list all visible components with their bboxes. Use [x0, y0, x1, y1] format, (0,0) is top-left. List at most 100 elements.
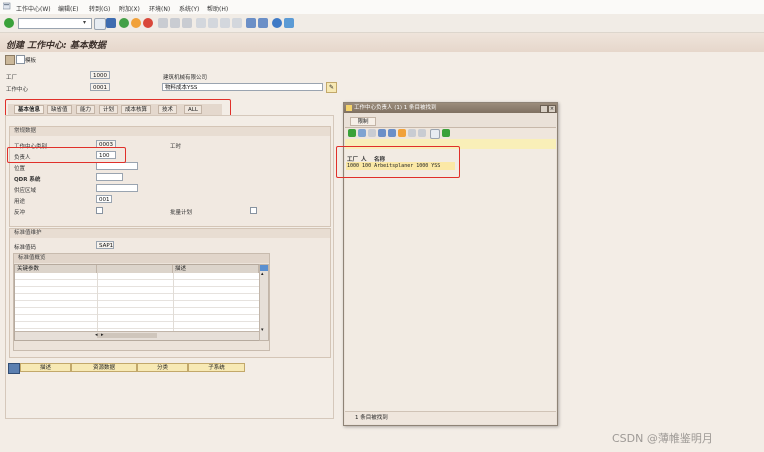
next-page-icon[interactable] [220, 18, 230, 28]
menu-help[interactable]: 帮助(H) [207, 4, 228, 13]
details-icon[interactable] [8, 363, 20, 374]
table-row[interactable] [15, 294, 259, 301]
tool-label: 工时 [170, 144, 182, 150]
standard-values-table: 关键参数 描述 ◂ ▸ [14, 264, 260, 341]
workcenter-field[interactable]: 0001 [90, 83, 110, 91]
help-icon[interactable] [272, 18, 282, 28]
horizontal-scrollbar[interactable]: ◂ ▸ [15, 331, 259, 340]
general-data-title: 常规数据 [10, 127, 330, 136]
table-row[interactable] [15, 308, 259, 315]
first-page-icon[interactable] [196, 18, 206, 28]
tab-restrictions[interactable]: 限制 [350, 117, 376, 126]
workcenter-label: 工作中心 [6, 87, 29, 93]
minimize-icon[interactable] [540, 105, 548, 113]
new-session-icon[interactable] [246, 18, 256, 28]
advanced-planning-label: 批量计划 [170, 210, 193, 216]
menu-workcenter[interactable]: 工作中心(W) [16, 4, 51, 13]
scroll-down-icon[interactable]: ▾ [261, 327, 264, 333]
qdr-system-field[interactable] [96, 173, 123, 181]
table-row[interactable] [15, 280, 259, 287]
find-icon[interactable] [378, 129, 386, 137]
backflush-label: 反冲 [14, 210, 26, 216]
table-row[interactable] [15, 273, 259, 280]
table-row[interactable] [15, 315, 259, 322]
location-field[interactable] [96, 162, 138, 170]
qdr-system-label: QDR 系统 [14, 177, 41, 183]
sort-icon[interactable] [388, 129, 396, 137]
page-title: 创建 工作中心: 基本数据 [6, 41, 106, 51]
layout-menu-icon[interactable] [284, 18, 294, 28]
save-icon[interactable] [106, 18, 116, 28]
scroll-left-icon[interactable]: ◂ [95, 332, 98, 338]
print-icon[interactable] [408, 129, 416, 137]
plant-field[interactable]: 1000 [90, 71, 110, 79]
vertical-scrollbar[interactable]: ▴ ▾ [259, 264, 269, 341]
back-icon[interactable] [119, 18, 129, 28]
workcenter-description-field[interactable]: 物料成本YSS [162, 83, 323, 91]
menu-edit[interactable]: 编辑(E) [58, 4, 78, 13]
plant-description: 建筑机械有限公司 [163, 75, 208, 81]
restrict-icon[interactable] [358, 129, 366, 137]
print-icon[interactable] [158, 18, 168, 28]
add-icon[interactable] [442, 129, 450, 137]
standard-overview-box: 标准值概览 关键参数 描述 ◂ ▸ ▴ ▾ [13, 253, 270, 351]
col-header-blank [97, 265, 173, 273]
col-divider [97, 273, 98, 331]
more-icon[interactable] [430, 129, 440, 139]
prev-page-icon[interactable] [208, 18, 218, 28]
results-list: 工厂 人 名称 1000 100 Arbeitsplaner 1000 YSS [345, 149, 556, 411]
standard-key-label: 标准值码 [14, 245, 37, 251]
template-button-label[interactable]: 模板 [25, 56, 36, 64]
scroll-right-icon[interactable]: ▸ [101, 332, 104, 338]
menu-goto[interactable]: 转到(G) [89, 4, 110, 13]
command-field[interactable] [18, 18, 92, 29]
highlight-result [336, 146, 460, 178]
shortcut-icon[interactable] [258, 18, 268, 28]
long-text-icon[interactable]: ✎ [326, 82, 337, 93]
dialog-status-bar: 1 条目被找到 [345, 411, 556, 424]
exit-icon[interactable] [131, 18, 141, 28]
table-row[interactable] [15, 287, 259, 294]
enter-icon[interactable] [4, 18, 14, 28]
template-checkbox-icon[interactable] [16, 55, 25, 64]
usage-field[interactable]: 001 [96, 195, 112, 203]
confirm-icon[interactable] [348, 129, 356, 137]
sap-logo-icon[interactable] [2, 2, 11, 10]
standard-overview-title: 标准值概览 [14, 254, 269, 263]
template-icon[interactable] [5, 55, 15, 65]
cancel-icon[interactable] [143, 18, 153, 28]
subsystem-button[interactable]: 子系统 [188, 363, 245, 372]
watermark: CSDN @薄帷鉴明月 [612, 432, 713, 445]
description-button[interactable]: 描述 [20, 363, 71, 372]
last-page-icon[interactable] [232, 18, 242, 28]
standard-values-title: 标准值维护 [10, 229, 330, 238]
table-row[interactable] [15, 322, 259, 329]
advanced-planning-checkbox[interactable] [250, 207, 257, 214]
application-toolbar: 模板 [0, 52, 764, 66]
standard-values-group: 标准值维护 标准值码 SAP1 标准值概览 关键参数 描述 ◂ ▸ ▴ ▾ [9, 228, 331, 358]
find-next-icon[interactable] [182, 18, 192, 28]
find-icon[interactable] [170, 18, 180, 28]
scroll-up-icon[interactable]: ▴ [261, 271, 264, 277]
command-dropdown-icon[interactable]: ▾ [83, 19, 86, 26]
backflush-checkbox[interactable] [96, 207, 103, 214]
scroll-thumb[interactable] [97, 333, 157, 338]
filter-icon[interactable] [398, 129, 406, 137]
col-header-parameter: 关键参数 [15, 265, 97, 273]
back-small-icon[interactable] [94, 18, 106, 30]
resource-data-button[interactable]: 资源数据 [71, 363, 137, 372]
table-row[interactable] [15, 301, 259, 308]
close-icon[interactable]: × [548, 105, 556, 113]
screen-title-bar: 创建 工作中心: 基本数据 [0, 33, 764, 52]
standard-key-field[interactable]: SAP1 [96, 241, 114, 249]
menu-environment[interactable]: 环境(N) [149, 4, 170, 13]
highlight-person-responsible [7, 147, 126, 163]
supply-area-field[interactable] [96, 184, 138, 192]
new-search-icon[interactable] [368, 129, 376, 137]
layout-icon[interactable] [418, 129, 426, 137]
standard-toolbar: ▾ [0, 14, 764, 33]
menu-extras[interactable]: 附加(X) [119, 4, 140, 13]
menu-system[interactable]: 系统(Y) [179, 4, 199, 13]
location-label: 位置 [14, 166, 26, 172]
classification-button[interactable]: 分类 [137, 363, 188, 372]
